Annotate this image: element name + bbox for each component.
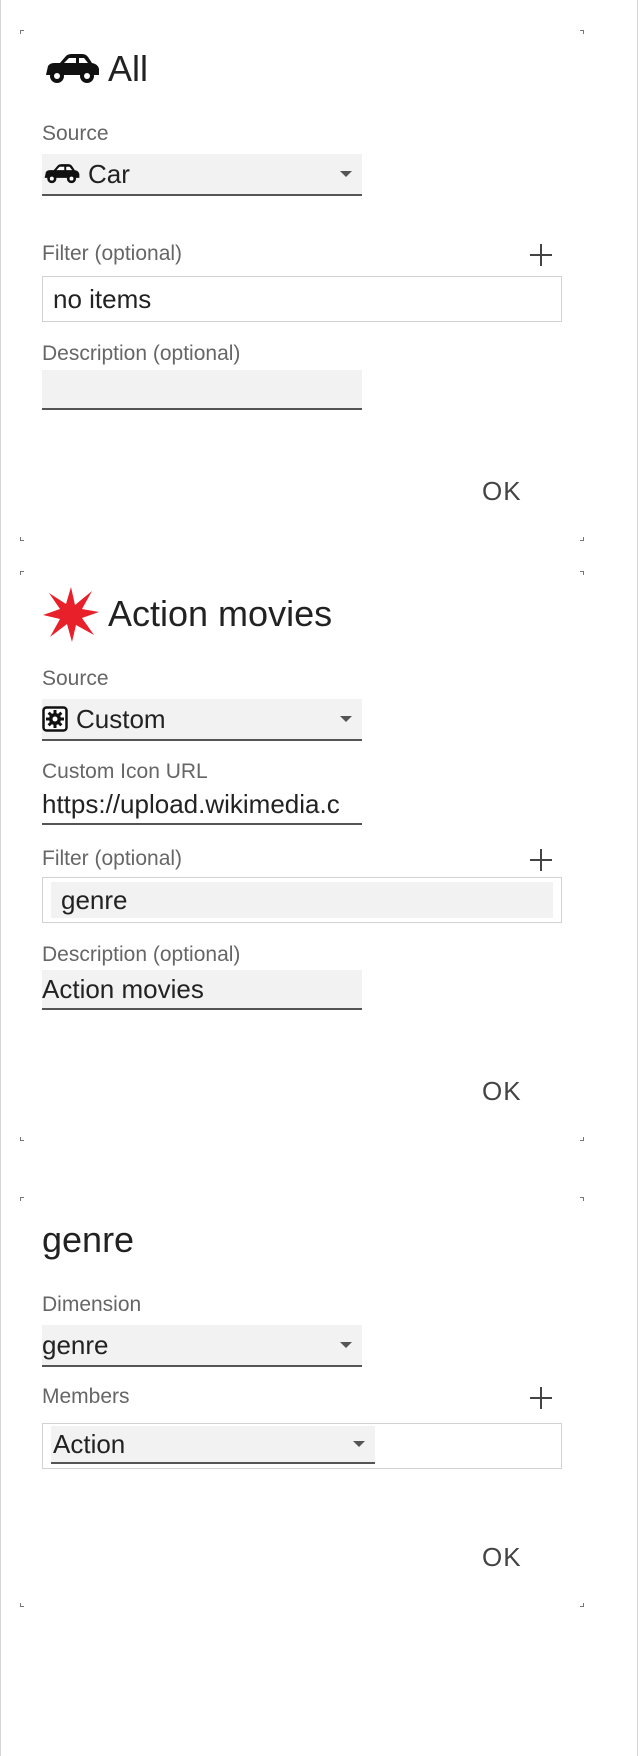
filter-label: Filter (optional): [42, 242, 183, 265]
description-input[interactable]: [42, 370, 362, 410]
ok-button[interactable]: OK: [482, 1076, 522, 1107]
car-icon: [42, 53, 100, 85]
panel-title-text: All: [108, 48, 149, 89]
source-select[interactable]: Car: [42, 154, 362, 196]
members-box: Action: [42, 1423, 562, 1469]
filter-label: Filter (optional): [42, 847, 183, 870]
car-icon: [42, 163, 80, 185]
dimension-select[interactable]: genre: [42, 1325, 362, 1367]
panel-title: All: [42, 48, 148, 90]
page: All Source Car Filter (optional) no item…: [0, 0, 642, 1756]
panel-title: genre: [42, 1219, 134, 1261]
panel-genre: genre Dimension genre Members Action OK: [20, 1197, 584, 1607]
chevron-down-icon: [340, 716, 352, 722]
panel-all: All Source Car Filter (optional) no item…: [20, 30, 584, 541]
custom-icon-url-label: Custom Icon URL: [42, 760, 208, 783]
filter-value: no items: [53, 284, 152, 314]
panel-title-text: genre: [42, 1219, 135, 1260]
source-select-value: Custom: [76, 703, 166, 734]
dimension-label: Dimension: [42, 1293, 142, 1316]
description-label: Description (optional): [42, 943, 241, 966]
chevron-down-icon: [340, 1342, 352, 1348]
custom-icon-url-input[interactable]: https://upload.wikimedia.c: [42, 785, 362, 825]
panel-title: Action movies: [42, 585, 332, 643]
ok-button[interactable]: OK: [482, 1542, 522, 1573]
add-filter-button[interactable]: [530, 244, 552, 266]
right-border: [637, 0, 638, 1756]
filter-box[interactable]: no items: [42, 276, 562, 322]
red-star-burst-icon: [42, 585, 100, 643]
filter-chip[interactable]: genre: [51, 882, 553, 918]
members-select[interactable]: Action: [51, 1426, 375, 1464]
members-select-value: Action: [53, 1429, 126, 1459]
gear-box-icon: [42, 706, 68, 732]
chevron-down-icon: [353, 1441, 365, 1447]
filter-box: genre: [42, 877, 562, 923]
panel-title-text: Action movies: [108, 593, 333, 634]
source-select[interactable]: Custom: [42, 699, 362, 741]
add-member-button[interactable]: [530, 1387, 552, 1409]
source-label: Source: [42, 667, 109, 690]
add-filter-button[interactable]: [530, 849, 552, 871]
source-label: Source: [42, 122, 109, 145]
members-label: Members: [42, 1385, 130, 1408]
description-input[interactable]: Action movies: [42, 970, 362, 1010]
chevron-down-icon: [340, 171, 352, 177]
dimension-select-value: genre: [42, 1329, 109, 1360]
ok-button[interactable]: OK: [482, 476, 522, 507]
source-select-value: Car: [88, 158, 130, 189]
left-border: [0, 0, 1, 1756]
description-label: Description (optional): [42, 342, 241, 365]
panel-action-movies: Action movies Source Custom Custom Icon …: [20, 571, 584, 1141]
